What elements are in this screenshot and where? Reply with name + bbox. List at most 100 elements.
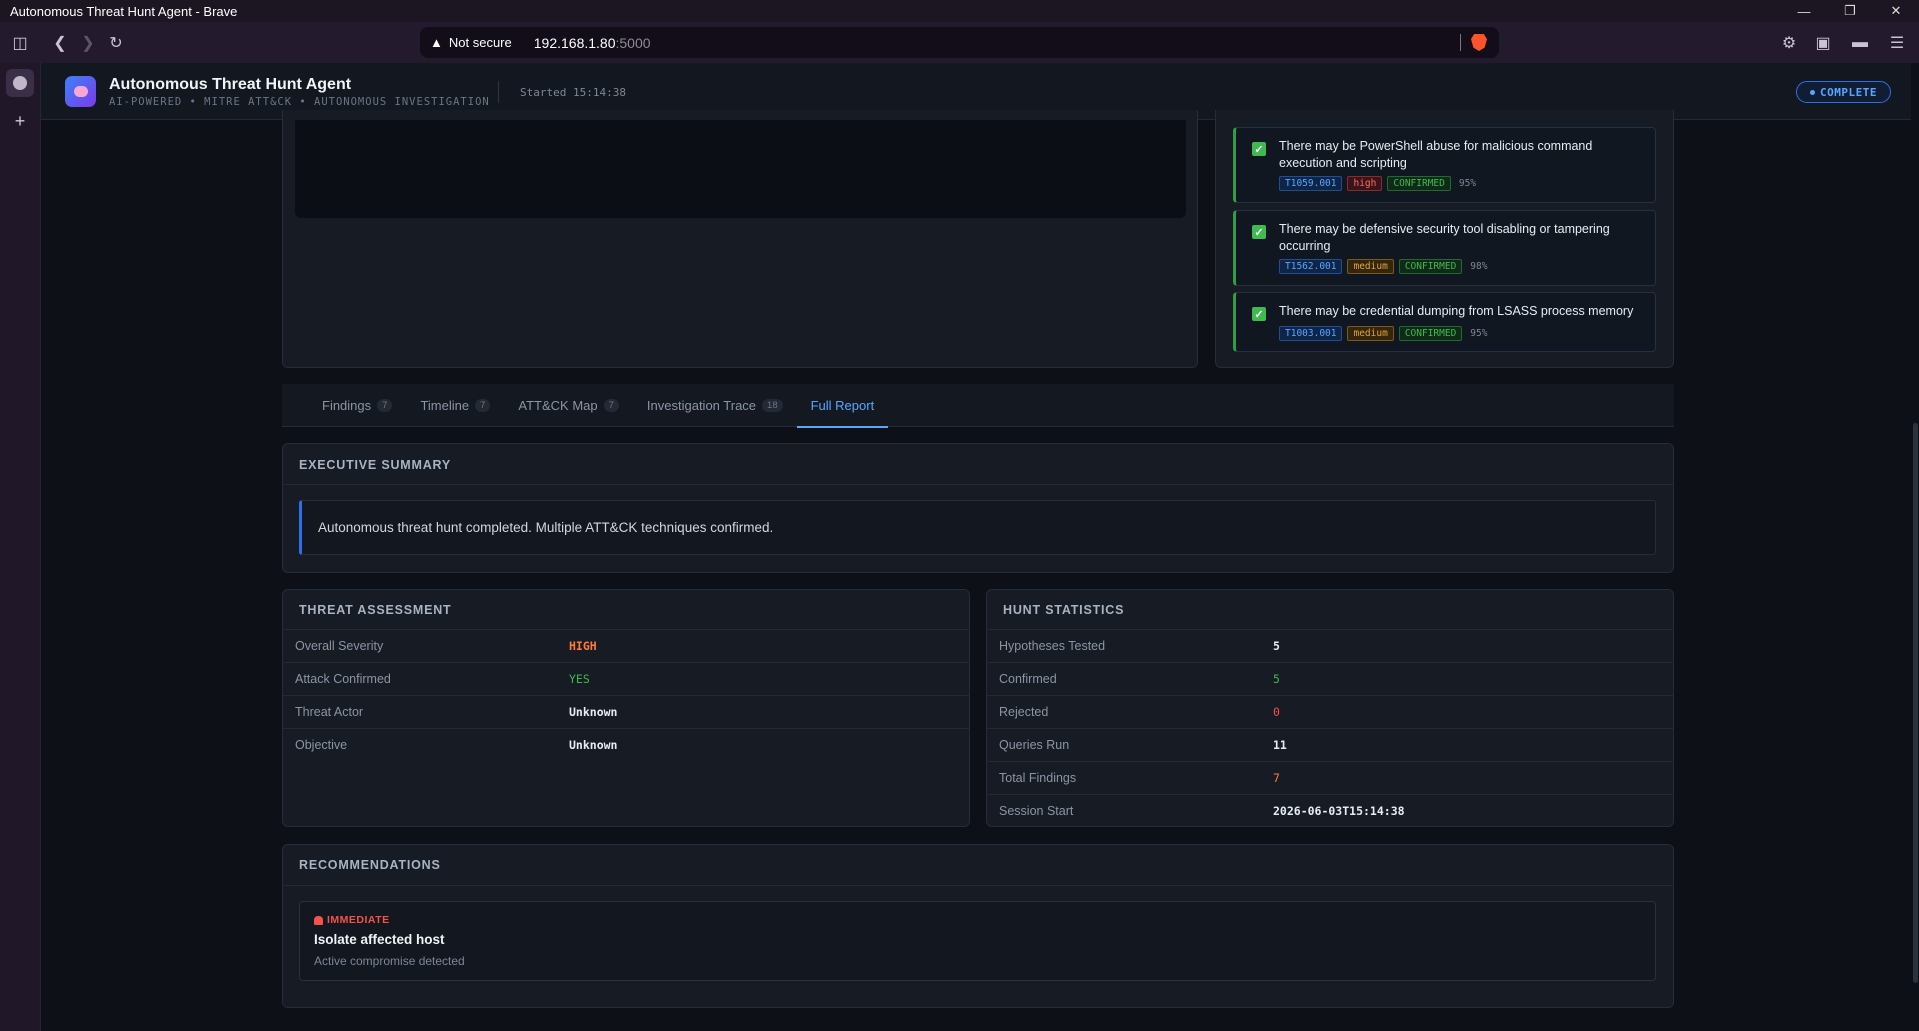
priority-text: IMMEDIATE: [327, 914, 390, 926]
hypothesis-text: There may be credential dumping from LSA…: [1279, 304, 1634, 318]
checkmark-icon: ✓: [1252, 225, 1266, 239]
brave-shields-icon[interactable]: [1471, 34, 1487, 51]
threat-assessment-panel: THREAT ASSESSMENT Overall Severity HIGH …: [282, 589, 970, 827]
hypothesis-text: There may be defensive security tool dis…: [1279, 222, 1610, 253]
assessment-row: Overall Severity HIGH: [283, 629, 969, 662]
executive-summary-panel: EXECUTIVE SUMMARY Autonomous threat hunt…: [282, 443, 1674, 573]
scrollbar-thumb[interactable]: [1913, 423, 1918, 983]
vpn-icon[interactable]: ▬: [1843, 29, 1877, 57]
hypothesis-card[interactable]: ✓ There may be PowerShell abuse for mali…: [1233, 127, 1656, 203]
severity-tag: medium: [1347, 326, 1394, 341]
rejected-value: 0: [1273, 705, 1280, 719]
tab-count: 7: [475, 398, 491, 412]
hypothesis-tags: T1059.001 high CONFIRMED 95%: [1279, 176, 1476, 191]
panel-divider: [283, 484, 1673, 485]
confirmed-value: 5: [1273, 672, 1280, 686]
window-titlebar: Autonomous Threat Hunt Agent - Brave — ❐…: [0, 0, 1919, 22]
attack-confirmed-value: YES: [569, 672, 590, 686]
tab-investigation-trace[interactable]: Investigation Trace 18: [633, 384, 797, 427]
threat-actor-value: Unknown: [569, 705, 618, 719]
severity-tag: high: [1347, 176, 1383, 191]
tab-timeline[interactable]: Timeline 7: [406, 384, 504, 427]
status-tag: CONFIRMED: [1398, 259, 1463, 274]
started-time: Started 15:14:38: [520, 86, 626, 99]
status-badge: COMPLETE: [1796, 81, 1891, 103]
severity-value: HIGH: [569, 639, 597, 653]
checkmark-icon: ✓: [1252, 307, 1266, 321]
restore-icon[interactable]: ❐: [1827, 0, 1873, 22]
recommendation-card: IMMEDIATE Isolate affected host Active c…: [299, 901, 1656, 981]
status-dot-icon: [1810, 89, 1815, 95]
extensions-icon[interactable]: ⚙: [1775, 29, 1803, 57]
statistics-row: Confirmed 5: [987, 662, 1673, 695]
status-tag: CONFIRMED: [1387, 176, 1451, 191]
row-label: Session Start: [999, 804, 1074, 818]
forward-icon[interactable]: ❯: [74, 29, 102, 57]
severity-tag: medium: [1347, 259, 1394, 274]
hypothesis-card[interactable]: ✓ There may be credential dumping from L…: [1233, 292, 1656, 352]
statistics-row: Rejected 0: [987, 695, 1673, 728]
tab-label: Findings: [322, 397, 372, 413]
hypothesis-text: There may be PowerShell abuse for malici…: [1279, 139, 1593, 170]
siren-icon: [314, 915, 323, 925]
reload-icon[interactable]: ↻: [102, 29, 130, 57]
hunt-statistics-panel: HUNT STATISTICS Hypotheses Tested 5 Conf…: [986, 589, 1674, 827]
confidence-value: 98%: [1470, 261, 1488, 272]
address-bar[interactable]: ▲ Not secure 192.168.1.80:5000: [420, 27, 1499, 58]
hypotheses-tested-value: 5: [1273, 639, 1280, 653]
wallet-icon[interactable]: ▣: [1809, 29, 1837, 57]
minimize-icon[interactable]: —: [1781, 0, 1827, 22]
menu-icon[interactable]: ☰: [1883, 29, 1911, 57]
recommendation-title: Isolate affected host: [314, 932, 445, 947]
technique-tag: T1562.001: [1279, 259, 1343, 274]
window-title: Autonomous Threat Hunt Agent - Brave: [10, 3, 238, 19]
sidebar-tab-item[interactable]: [6, 69, 34, 97]
row-label: Threat Actor: [295, 705, 364, 719]
panel-title: RECOMMENDATIONS: [299, 858, 441, 872]
checkmark-icon: ✓: [1252, 142, 1266, 156]
back-icon[interactable]: ❮: [46, 29, 74, 57]
row-label: Confirmed: [999, 672, 1057, 686]
panel-title: HUNT STATISTICS: [1003, 603, 1125, 617]
tab-full-report[interactable]: Full Report: [796, 384, 889, 428]
panel-title: EXECUTIVE SUMMARY: [299, 458, 452, 472]
row-label: Rejected: [999, 705, 1049, 719]
page-scrollbar[interactable]: [1911, 63, 1919, 1031]
status-tag: CONFIRMED: [1398, 326, 1463, 341]
app-subtitle: AI-POWERED • MITRE ATT&CK • AUTONOMOUS I…: [109, 96, 490, 108]
agent-console: [295, 120, 1186, 218]
total-findings-value: 7: [1273, 771, 1280, 785]
toolbar-right: ⚙ ▣ ▬ ☰: [1775, 22, 1919, 63]
new-tab-plus-icon[interactable]: +: [6, 107, 34, 135]
hypothesis-card[interactable]: ✓ There may be defensive security tool d…: [1233, 210, 1656, 286]
warning-icon: ▲: [430, 35, 443, 50]
confidence-value: 95%: [1458, 178, 1477, 189]
tab-findings[interactable]: Findings 7: [322, 384, 406, 427]
tab-label: Full Report: [810, 397, 875, 413]
tab-label: ATT&CK Map: [518, 397, 598, 413]
security-indicator[interactable]: ▲ Not secure: [430, 35, 512, 50]
hypothesis-tags: T1003.001 medium CONFIRMED 95%: [1279, 326, 1487, 341]
urlbar-divider: [1460, 34, 1461, 51]
panel-title: THREAT ASSESSMENT: [299, 603, 452, 617]
priority-label: IMMEDIATE: [314, 914, 390, 926]
url-host: 192.168.1.80: [533, 34, 616, 51]
url-port: :5000: [615, 34, 651, 51]
close-icon[interactable]: ✕: [1873, 0, 1919, 22]
security-label: Not secure: [448, 35, 512, 50]
tab-attack-map[interactable]: ATT&CK Map 7: [504, 384, 633, 427]
hypothesis-tags: T1562.001 medium CONFIRMED 98%: [1279, 259, 1487, 274]
tab-count: 7: [603, 398, 619, 412]
url-text[interactable]: 192.168.1.80:5000: [534, 35, 651, 51]
report-tabs: Findings 7 Timeline 7 ATT&CK Map 7 Inves…: [282, 384, 1674, 428]
app-title: Autonomous Threat Hunt Agent: [109, 76, 352, 93]
assessment-row: Threat Actor Unknown: [283, 695, 969, 728]
assessment-row: Attack Confirmed YES: [283, 662, 969, 695]
row-label: Hypotheses Tested: [999, 639, 1106, 653]
technique-tag: T1003.001: [1279, 326, 1343, 341]
tab-count: 7: [377, 398, 393, 412]
sidebar-toggle-icon[interactable]: ◫: [6, 29, 34, 57]
tab-label: Investigation Trace: [646, 397, 757, 413]
recommendations-panel: RECOMMENDATIONS IMMEDIATE Isolate affect…: [282, 844, 1674, 1008]
globe-icon: [13, 76, 27, 90]
